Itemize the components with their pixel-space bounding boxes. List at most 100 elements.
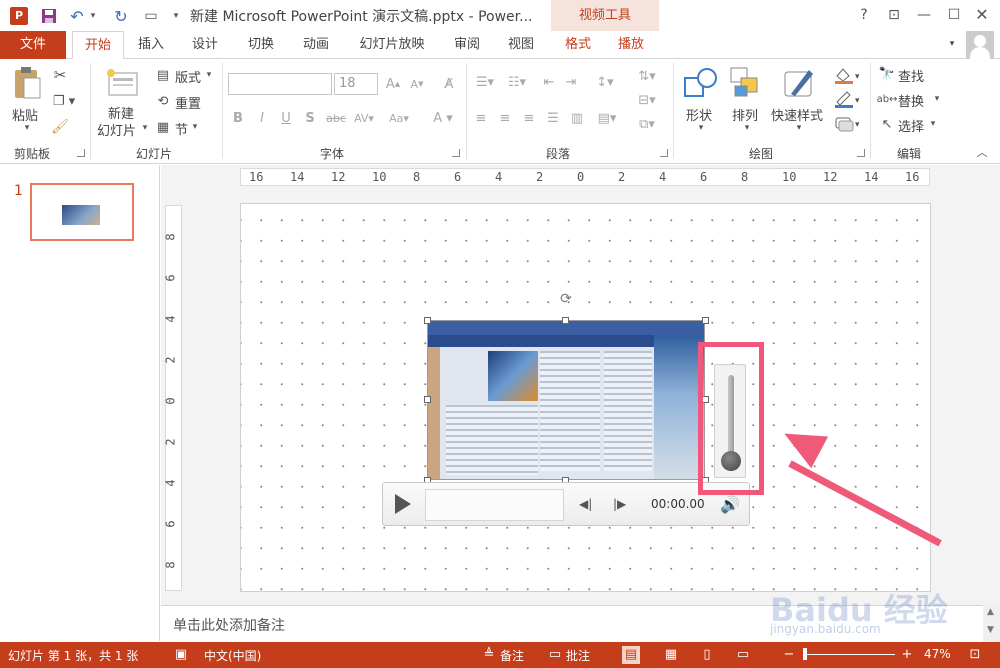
- justify-icon[interactable]: ☰: [544, 109, 562, 127]
- account-dropdown-icon[interactable]: ▾: [944, 31, 960, 59]
- tab-file[interactable]: 文件: [0, 31, 66, 59]
- decrease-font-icon[interactable]: A ▼: [408, 75, 426, 93]
- section-button[interactable]: 节: [175, 119, 188, 138]
- reset-icon[interactable]: ⟲: [154, 92, 172, 110]
- minimize-icon[interactable]: —: [912, 4, 936, 26]
- scroll-down-icon[interactable]: ▼: [987, 625, 994, 635]
- paste-dropdown-icon[interactable]: ▾: [22, 123, 32, 133]
- seek-bar[interactable]: [425, 489, 564, 521]
- replace-button[interactable]: 替换: [898, 91, 924, 110]
- powerpoint-icon[interactable]: P: [8, 5, 30, 27]
- layout-dropdown-icon[interactable]: ▾: [204, 69, 214, 81]
- fit-to-window-icon[interactable]: ⊡: [966, 646, 984, 664]
- resize-handle-w[interactable]: [424, 396, 431, 403]
- clipboard-dialog-launcher[interactable]: [77, 149, 85, 157]
- select-cursor-icon[interactable]: ↖: [878, 115, 896, 133]
- zoom-in-icon[interactable]: +: [898, 646, 916, 664]
- spellcheck-icon[interactable]: ▣: [172, 646, 190, 664]
- strikethrough-icon[interactable]: abc: [324, 109, 348, 127]
- shapes-dropdown-icon[interactable]: ▾: [696, 123, 706, 133]
- tab-view[interactable]: 视图: [498, 31, 544, 59]
- comments-toggle-button[interactable]: 批注: [566, 647, 590, 664]
- slide-thumbnail[interactable]: [30, 183, 134, 241]
- clear-formatting-icon[interactable]: A̸: [440, 75, 458, 93]
- comments-icon[interactable]: ▭: [546, 646, 564, 664]
- tab-home[interactable]: 开始: [72, 31, 124, 60]
- arrange-icon[interactable]: [728, 65, 764, 101]
- align-right-icon[interactable]: ≡: [520, 109, 538, 127]
- resize-handle-ne[interactable]: [702, 317, 709, 324]
- save-icon[interactable]: [38, 5, 60, 27]
- scroll-up-icon[interactable]: ▲: [987, 607, 994, 617]
- close-icon[interactable]: ✕: [970, 4, 994, 26]
- shadow-icon[interactable]: S: [302, 109, 318, 127]
- zoom-out-icon[interactable]: −: [780, 646, 798, 664]
- increase-font-icon[interactable]: A ▲: [384, 75, 402, 93]
- cut-icon[interactable]: ✂: [50, 65, 70, 85]
- shape-effects-icon[interactable]: ▾: [832, 113, 864, 133]
- new-slide-dropdown[interactable]: 幻灯片: [97, 120, 136, 139]
- shapes-icon[interactable]: [682, 65, 720, 101]
- italic-icon[interactable]: I: [254, 109, 270, 127]
- paste-button[interactable]: 粘贴: [12, 105, 38, 124]
- numbering-icon[interactable]: ☷▾: [504, 73, 530, 91]
- align-text-icon[interactable]: ⊟▾: [632, 91, 662, 109]
- slideshow-view-icon[interactable]: ▭: [734, 646, 752, 664]
- bold-icon[interactable]: B: [230, 109, 246, 127]
- tab-format[interactable]: 格式: [555, 31, 601, 59]
- tab-review[interactable]: 审阅: [444, 31, 490, 59]
- smartart-icon[interactable]: ⧉▾: [632, 115, 662, 133]
- quick-styles-button[interactable]: 快速样式: [771, 105, 823, 124]
- slideshow-start-icon[interactable]: ▭: [140, 5, 162, 27]
- resize-handle-n[interactable]: [562, 317, 569, 324]
- align-left-icon[interactable]: ≡: [472, 109, 490, 127]
- find-button[interactable]: 查找: [898, 66, 924, 85]
- redo-icon[interactable]: ↻: [110, 5, 132, 27]
- decrease-indent-icon[interactable]: ⇤: [540, 73, 558, 91]
- arrange-dropdown-icon[interactable]: ▾: [742, 123, 752, 133]
- reading-view-icon[interactable]: ▯: [698, 646, 716, 664]
- new-slide-dropdown-icon[interactable]: ▾: [140, 123, 150, 133]
- resize-handle-nw[interactable]: [424, 317, 431, 324]
- skip-forward-icon[interactable]: |▶: [613, 497, 626, 511]
- maximize-icon[interactable]: ☐: [942, 4, 966, 26]
- collapse-ribbon-icon[interactable]: ︿: [974, 145, 990, 159]
- notes-toggle-button[interactable]: 备注: [500, 647, 524, 664]
- avatar[interactable]: [966, 31, 994, 59]
- skip-back-icon[interactable]: ◀|: [579, 497, 592, 511]
- language-status[interactable]: 中文(中国): [204, 647, 261, 664]
- layout-icon[interactable]: ▤: [154, 66, 172, 84]
- font-name-combobox[interactable]: [228, 73, 332, 95]
- ribbon-display-options-icon[interactable]: ⊡: [882, 4, 906, 26]
- zoom-level[interactable]: 47%: [924, 647, 951, 661]
- arrange-button[interactable]: 排列: [732, 105, 758, 124]
- customize-toolbar-icon[interactable]: ▾: [170, 5, 182, 27]
- select-button[interactable]: 选择: [898, 116, 924, 135]
- font-color-icon[interactable]: A ▾: [428, 109, 458, 127]
- font-dialog-launcher[interactable]: [452, 149, 460, 157]
- zoom-slider-knob[interactable]: [803, 648, 807, 660]
- underline-icon[interactable]: U: [278, 109, 294, 127]
- change-case-icon[interactable]: Aa▾: [384, 109, 414, 127]
- replace-dropdown-icon[interactable]: ▾: [932, 93, 942, 105]
- tab-insert[interactable]: 插入: [128, 31, 174, 59]
- paste-icon[interactable]: [10, 65, 44, 101]
- tab-animations[interactable]: 动画: [293, 31, 339, 59]
- volume-icon[interactable]: 🔊: [720, 495, 740, 514]
- distributed-icon[interactable]: ▥: [568, 109, 586, 127]
- section-dropdown-icon[interactable]: ▾: [190, 121, 200, 133]
- quick-styles-icon[interactable]: [782, 65, 818, 101]
- tab-slideshow[interactable]: 幻灯片放映: [350, 31, 434, 59]
- help-button[interactable]: ?: [852, 4, 876, 26]
- select-dropdown-icon[interactable]: ▾: [928, 118, 938, 130]
- paragraph-dialog-launcher[interactable]: [660, 149, 668, 157]
- vertical-scrollbar[interactable]: ▲ ▼: [983, 605, 1000, 642]
- drawing-dialog-launcher[interactable]: [857, 149, 865, 157]
- tab-playback[interactable]: 播放: [608, 31, 654, 59]
- section-icon[interactable]: ▦: [154, 118, 172, 136]
- slide-sorter-icon[interactable]: ▦: [662, 646, 680, 664]
- new-slide-icon[interactable]: [104, 65, 140, 99]
- shape-outline-icon[interactable]: ▾: [832, 89, 864, 109]
- replace-icon[interactable]: ab↔: [877, 90, 898, 108]
- undo-dropdown-icon[interactable]: ▾: [88, 5, 98, 27]
